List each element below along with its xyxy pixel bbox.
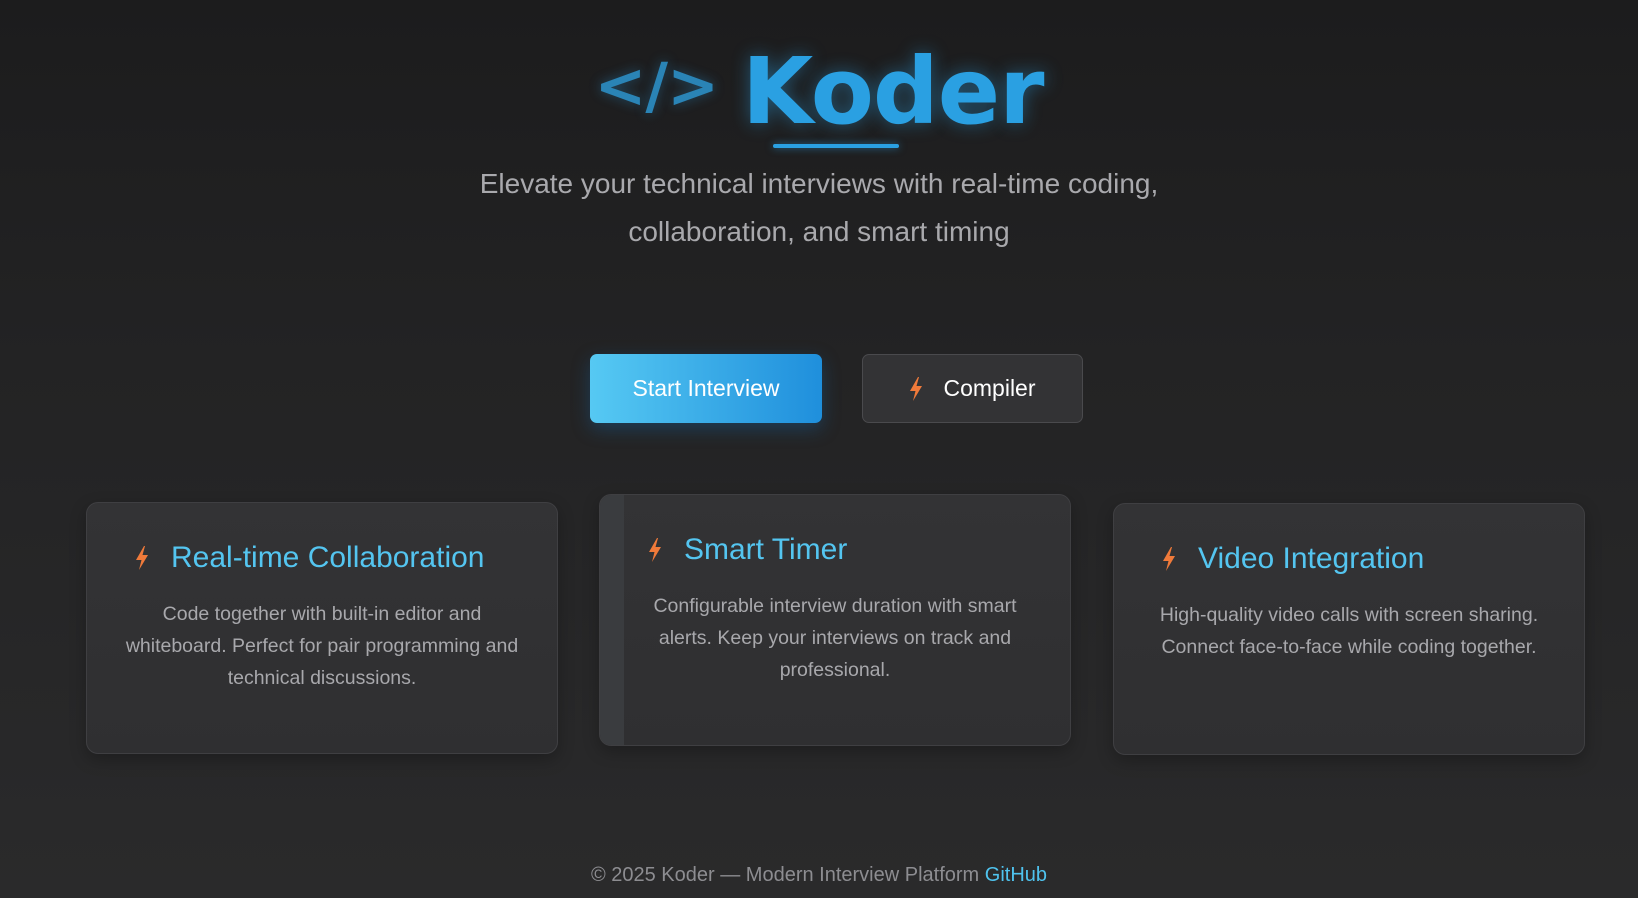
lightning-bolt-icon bbox=[910, 376, 923, 401]
brand-name: Koder bbox=[742, 38, 1045, 145]
logo: </> Koder bbox=[0, 38, 1638, 145]
feature-title: Real-time Collaboration bbox=[135, 541, 484, 575]
feature-title-text: Video Integration bbox=[1198, 542, 1425, 575]
lightning-bolt-icon bbox=[1163, 547, 1175, 571]
compiler-button[interactable]: Compiler bbox=[862, 354, 1083, 423]
feature-card-timer: Smart Timer Configurable interview durat… bbox=[599, 494, 1071, 746]
logo-underline bbox=[773, 144, 899, 148]
feature-title-text: Smart Timer bbox=[684, 533, 848, 566]
footer-text: © 2025 Koder — Modern Interview Platform bbox=[590, 864, 980, 886]
landing-page: </> Koder Elevate your technical intervie… bbox=[0, 0, 1638, 898]
footer: © 2025 Koder — Modern Interview Platform… bbox=[0, 864, 1638, 887]
tagline-line-2: collaboration, and smart timing bbox=[628, 216, 1010, 247]
feature-title: Video Integration bbox=[1162, 542, 1424, 576]
start-interview-button[interactable]: Start Interview bbox=[590, 354, 822, 423]
tagline-line-1: Elevate your technical interviews with r… bbox=[479, 168, 1159, 199]
lightning-bolt-icon bbox=[649, 538, 661, 562]
github-link[interactable]: GitHub bbox=[985, 864, 1047, 886]
code-brackets-icon: </> bbox=[594, 49, 719, 122]
start-interview-label: Start Interview bbox=[632, 375, 780, 401]
feature-title-text: Real-time Collaboration bbox=[171, 541, 485, 574]
feature-description: Configurable interview duration with sma… bbox=[653, 595, 1017, 681]
feature-description: Code together with built-in editor and w… bbox=[125, 603, 519, 689]
feature-description: High-quality video calls with screen sha… bbox=[1159, 604, 1539, 658]
compiler-label: Compiler bbox=[943, 375, 1036, 401]
tagline: Elevate your technical interviews with r… bbox=[0, 160, 1638, 256]
card-accent-bar bbox=[600, 495, 624, 745]
feature-card-collaboration: Real-time Collaboration Code together wi… bbox=[86, 502, 558, 754]
feature-card-video: Video Integration High-quality video cal… bbox=[1113, 503, 1585, 755]
lightning-bolt-icon bbox=[136, 546, 148, 570]
feature-title: Smart Timer bbox=[648, 533, 847, 567]
